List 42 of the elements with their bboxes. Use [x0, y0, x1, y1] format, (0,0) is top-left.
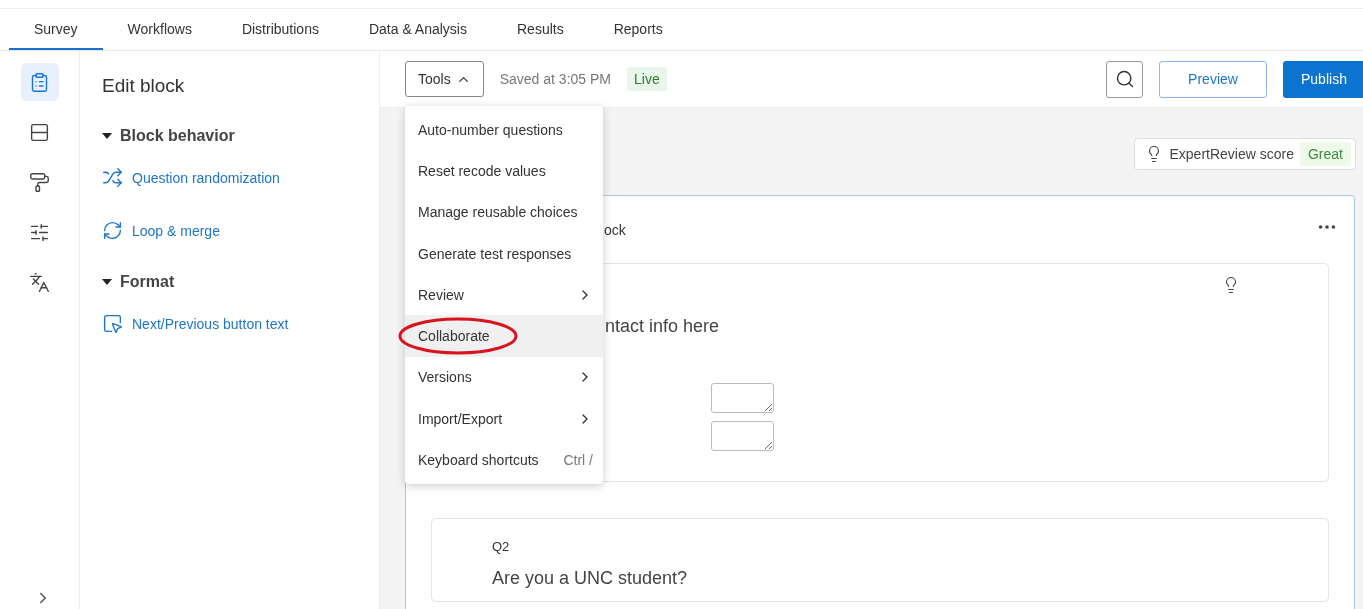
- menu-item[interactable]: Generate test responses: [405, 232, 603, 275]
- nav-tab[interactable]: Distributions: [216, 9, 344, 50]
- menu-item[interactable]: Reset recode values: [405, 150, 603, 192]
- shuffle-icon: [102, 167, 123, 188]
- search-button[interactable]: [1106, 60, 1143, 98]
- question-text: Are you a UNC student?: [492, 568, 688, 589]
- menu-item[interactable]: Versions: [405, 356, 603, 399]
- clipboard-icon[interactable]: [20, 63, 59, 101]
- loop-icon: [102, 220, 123, 241]
- option-link[interactable]: Loop & merge: [102, 220, 379, 241]
- search-icon: [1114, 69, 1135, 89]
- live-badge: Live: [627, 67, 667, 91]
- question-text: ntact info here: [605, 316, 720, 337]
- caret-icon[interactable]: [102, 279, 112, 285]
- nav-tab[interactable]: Workflows: [102, 9, 217, 50]
- nav-tab[interactable]: Results: [492, 9, 589, 50]
- nav-tab[interactable]: Survey: [9, 9, 103, 50]
- preview-button[interactable]: Preview: [1159, 60, 1267, 98]
- saved-status: Saved at 3:05 PM: [499, 71, 611, 87]
- expert-review-button[interactable]: ExpertReview score Great: [1134, 138, 1356, 170]
- section-title[interactable]: Block behavior: [120, 127, 235, 145]
- block-title: ock: [604, 221, 626, 238]
- menu-item[interactable]: Keyboard shortcuts Ctrl /: [405, 439, 603, 481]
- text-field[interactable]: [711, 421, 774, 451]
- nav-tab[interactable]: Reports: [588, 9, 688, 50]
- menu-item[interactable]: Manage reusable choices: [405, 191, 603, 233]
- section-title[interactable]: Format: [120, 273, 175, 291]
- shortcut-hint: Ctrl /: [563, 452, 593, 468]
- caret-icon[interactable]: [102, 133, 112, 139]
- question-number: Q2: [491, 538, 511, 554]
- menu-item[interactable]: Import/Export: [405, 398, 603, 440]
- text-field[interactable]: [711, 383, 774, 413]
- score-badge: Great: [1300, 142, 1351, 166]
- option-link[interactable]: Question randomization: [102, 167, 379, 188]
- menu-item[interactable]: Review: [405, 274, 603, 316]
- panel-title: Edit block: [102, 75, 186, 97]
- tools-button[interactable]: Tools: [405, 61, 484, 97]
- menu-item[interactable]: Auto-number questions: [405, 109, 603, 151]
- option-link[interactable]: Next/Previous button text: [102, 313, 379, 334]
- pointer-icon: [102, 313, 123, 334]
- nav-tab[interactable]: Data & Analysis: [343, 9, 492, 50]
- publish-button[interactable]: Publish: [1283, 60, 1363, 98]
